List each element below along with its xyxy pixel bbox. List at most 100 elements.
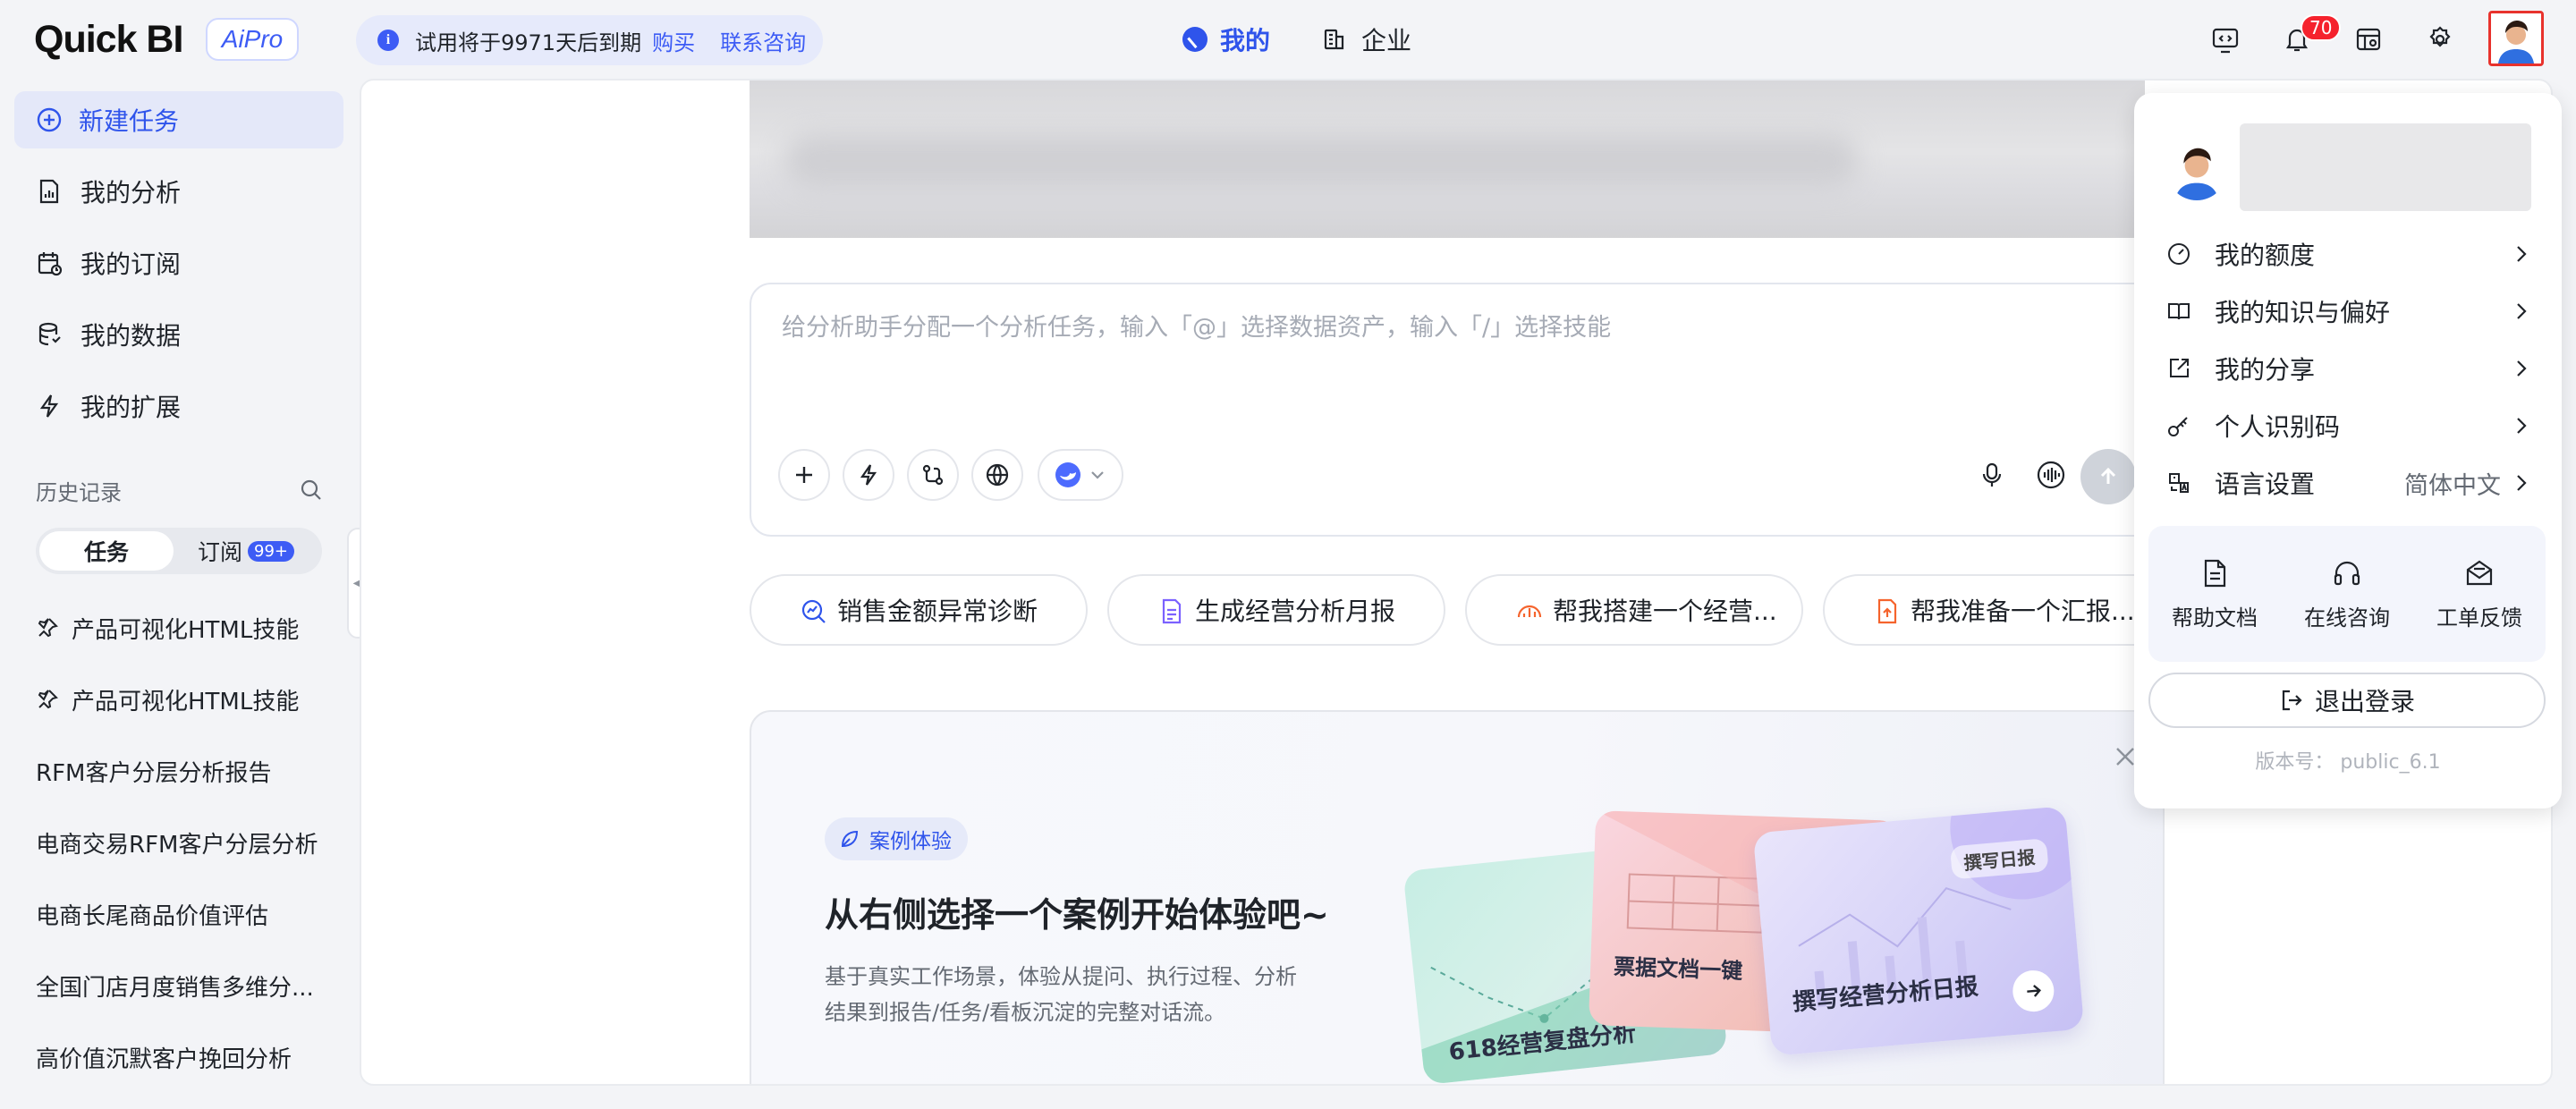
- suggestion-label: 生成经营分析月报: [1195, 597, 1396, 626]
- sidebar-item-my-subscription[interactable]: 我的订阅: [14, 234, 343, 292]
- history-item[interactable]: 产品可视化HTML技能: [36, 678, 340, 721]
- segment-tasks[interactable]: 任务: [39, 531, 174, 571]
- pin-icon[interactable]: [36, 688, 59, 711]
- model-selector[interactable]: [1038, 449, 1123, 501]
- sidebar-item-my-extensions[interactable]: 我的扩展: [14, 377, 343, 435]
- history-item[interactable]: RFM客户分层分析报告: [36, 749, 340, 792]
- history-item-label: 高价值沉默客户挽回分析: [36, 1046, 292, 1073]
- logout-label: 退出登录: [2314, 687, 2415, 716]
- segment-subscriptions[interactable]: 订阅 99+: [174, 535, 318, 567]
- help-docs-label: 帮助文档: [2172, 605, 2258, 631]
- new-task-button[interactable]: 新建任务: [14, 91, 343, 148]
- sidebar-item-my-data[interactable]: 我的数据: [14, 306, 343, 363]
- history-item-label: RFM客户分层分析报告: [36, 759, 272, 787]
- history-item[interactable]: 产品可视化HTML技能: [36, 606, 340, 649]
- history-item-label: 产品可视化HTML技能: [72, 616, 300, 644]
- help-docs-button[interactable]: 帮助文档: [2172, 557, 2258, 631]
- case-description: 基于真实工作场景，体验从提问、执行过程、分析 结果到报告/任务/看板沉淀的完整对…: [825, 959, 1326, 1030]
- case-desc-line: 基于真实工作场景，体验从提问、执行过程、分析: [825, 964, 1297, 989]
- chat-input-box[interactable]: 给分析助手分配一个分析任务，输入「@」选择数据资产，输入「/」选择技能: [750, 283, 2199, 537]
- suggestion-chip[interactable]: 销售金额异常诊断: [750, 574, 1088, 646]
- dashboard-settings-icon[interactable]: [2352, 23, 2385, 55]
- history-item[interactable]: 电商长尾商品价值评估: [36, 893, 340, 935]
- history-item-label: 电商交易RFM客户分层分析: [36, 831, 318, 859]
- chart-file-icon: [36, 178, 64, 205]
- avatar-icon: [2491, 13, 2541, 63]
- blurred-banner: [750, 80, 2145, 238]
- new-task-label: 新建任务: [79, 106, 180, 136]
- history-item[interactable]: 电商交易RFM客户分层分析: [36, 821, 340, 864]
- menu-item-label: 我的知识与偏好: [2215, 298, 2391, 327]
- menu-item-language[interactable]: 语言设置 简体中文: [2166, 458, 2533, 508]
- logo-text: Quick BI: [34, 17, 183, 61]
- suggestion-label: 帮我准备一个汇报...: [1911, 597, 2135, 626]
- aipro-badge: AiPro: [206, 18, 299, 61]
- user-avatar-button[interactable]: [2488, 11, 2544, 66]
- menu-item-knowledge[interactable]: 我的知识与偏好: [2166, 286, 2533, 336]
- search-chart-icon: [800, 597, 828, 626]
- web-search-button[interactable]: [971, 449, 1023, 501]
- chat-input-placeholder[interactable]: 给分析助手分配一个分析任务，输入「@」选择数据资产，输入「/」选择技能: [782, 308, 1611, 343]
- history-item[interactable]: 全国门店月度销售多维分...: [36, 964, 340, 1007]
- sidebar-item-label: 我的订阅: [80, 250, 182, 279]
- menu-item-label: 我的额度: [2215, 241, 2316, 270]
- leaf-icon: [841, 830, 859, 848]
- compass-icon: [1182, 27, 1208, 52]
- logout-button[interactable]: 退出登录: [2148, 673, 2546, 728]
- headset-icon: [2334, 561, 2360, 585]
- tab-mine-label: 我的: [1220, 26, 1271, 55]
- send-button[interactable]: [2080, 449, 2136, 504]
- pin-icon[interactable]: [36, 616, 59, 639]
- tab-enterprise-label: 企业: [1361, 26, 1412, 55]
- segment-subscriptions-label: 订阅: [197, 539, 242, 565]
- chevron-right-icon: [2512, 415, 2531, 436]
- gear-icon[interactable]: [2424, 23, 2456, 55]
- lightning-icon: [860, 464, 877, 486]
- search-icon[interactable]: [299, 478, 324, 503]
- case-card-daily-report[interactable]: 撰写日报 撰写经营分析日报: [1752, 806, 2085, 1056]
- plus-icon: [796, 467, 812, 483]
- skills-button[interactable]: [843, 449, 894, 501]
- add-button[interactable]: [778, 449, 830, 501]
- contact-link[interactable]: 联系咨询: [720, 25, 806, 56]
- suggestion-chip[interactable]: 生成经营分析月报: [1107, 574, 1445, 646]
- menu-item-personal-code[interactable]: 个人识别码: [2166, 401, 2533, 451]
- quick-bi-logo[interactable]: Quick BI: [34, 17, 183, 61]
- translate-icon: [2166, 470, 2191, 495]
- tab-enterprise[interactable]: 企业: [1322, 21, 1411, 57]
- sidebar-item-my-analysis[interactable]: 我的分析: [14, 163, 343, 220]
- history-item[interactable]: 高价值沉默客户挽回分析: [36, 1036, 340, 1079]
- share-icon: [2166, 356, 2191, 381]
- voice-wave-button[interactable]: [2025, 449, 2077, 501]
- buy-link[interactable]: 购买: [652, 25, 695, 56]
- history-title: 历史记录: [36, 479, 122, 505]
- case-experience-card: 案例体验 从右侧选择一个案例开始体验吧~ 基于真实工作场景，体验从提问、执行过程…: [750, 710, 2165, 1084]
- ticket-feedback-button[interactable]: 工单反馈: [2436, 557, 2522, 631]
- dashboard-icon: [1515, 597, 1544, 626]
- database-icon: [36, 321, 64, 348]
- case-card-title: 票据文档一键: [1613, 953, 1743, 984]
- workflow-button[interactable]: [907, 449, 959, 501]
- language-value: 简体中文: [2404, 471, 2501, 500]
- subscription-count-badge: 99+: [248, 540, 294, 562]
- segment-tasks-label: 任务: [83, 539, 129, 565]
- menu-item-share[interactable]: 我的分享: [2166, 343, 2533, 394]
- tab-mine[interactable]: 我的: [1182, 21, 1270, 57]
- plus-circle-icon: [36, 106, 63, 133]
- online-consult-button[interactable]: 在线咨询: [2304, 557, 2390, 631]
- book-icon: [2166, 299, 2191, 324]
- code-monitor-icon[interactable]: [2209, 23, 2241, 55]
- suggestion-label: 销售金额异常诊断: [837, 597, 1038, 626]
- lightning-icon: [36, 393, 64, 419]
- model-whale-icon: [1055, 462, 1080, 487]
- menu-item-quota[interactable]: 我的额度: [2166, 229, 2533, 279]
- gauge-icon: [2166, 241, 2191, 267]
- user-menu-dropdown: 我的额度 我的知识与偏好 我的分享 个人识别码 语言设置 简体中文 帮助文档 在…: [2134, 93, 2562, 808]
- suggestion-label: 帮我搭建一个经营...: [1553, 597, 1777, 626]
- avatar-icon: [2166, 140, 2227, 200]
- help-section: 帮助文档 在线咨询 工单反馈: [2148, 526, 2546, 662]
- microphone-button[interactable]: [1966, 449, 2018, 501]
- suggestion-chip[interactable]: 帮我搭建一个经营...: [1465, 574, 1803, 646]
- report-icon: [1157, 597, 1186, 626]
- chevron-right-icon: [2512, 243, 2531, 265]
